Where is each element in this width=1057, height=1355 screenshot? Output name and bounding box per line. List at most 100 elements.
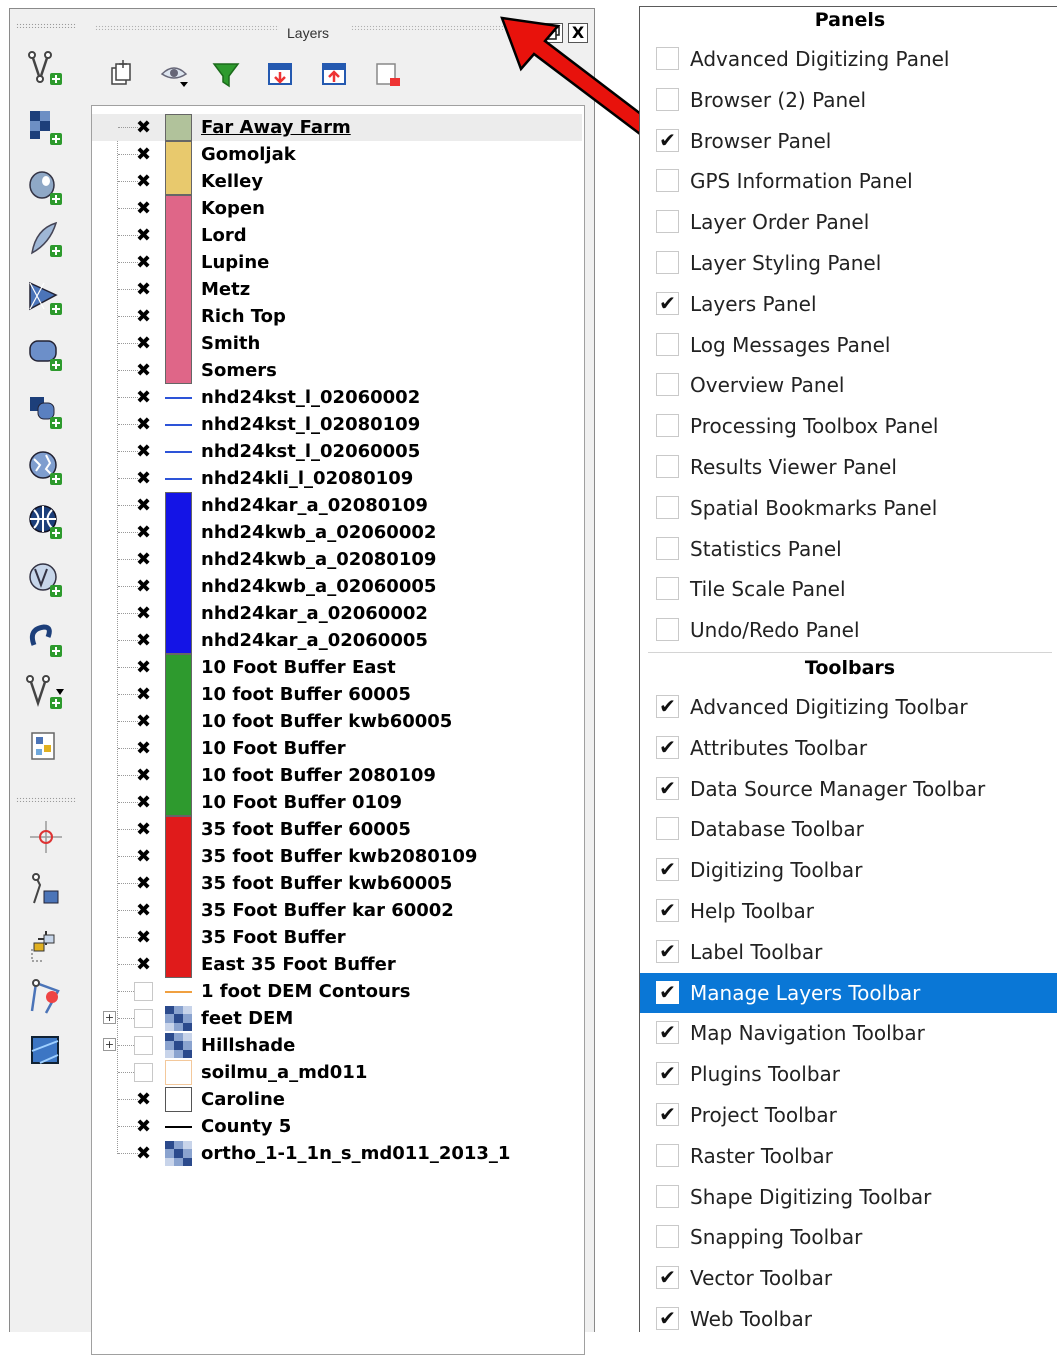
layer-visibility-checkbox[interactable]: ✖ (134, 630, 153, 651)
menu-item-vector-toolbar[interactable]: ✔ Vector Toolbar (640, 1258, 1057, 1298)
menu-checkbox[interactable] (656, 373, 679, 397)
menu-item-digitizing-toolbar[interactable]: ✔ Digitizing Toolbar (640, 850, 1057, 890)
add-wfs-layer-button[interactable] (18, 557, 74, 601)
layer-row[interactable]: ✖ Metz (92, 276, 582, 303)
menu-checkbox[interactable] (656, 817, 679, 841)
expand-toggle-icon[interactable]: + (103, 1038, 116, 1051)
layer-row[interactable]: 1 foot DEM Contours (92, 978, 582, 1005)
checkmark-icon[interactable]: ✔ (656, 695, 679, 718)
layer-row[interactable]: ✖ nhd24kst_l_02060002 (92, 384, 582, 411)
menu-checkbox[interactable] (656, 332, 679, 356)
menu-item-layer-styling-panel[interactable]: Layer Styling Panel (640, 243, 1057, 283)
checkmark-icon[interactable]: ✔ (656, 899, 679, 922)
layer-row[interactable]: ✖ Lupine (92, 249, 582, 276)
layer-row[interactable]: ✖ Kelley (92, 168, 582, 195)
layer-row[interactable]: ✖ nhd24kli_l_02080109 (92, 465, 582, 492)
layer-row[interactable]: ✖ nhd24kwb_a_02080109 (92, 546, 582, 573)
layer-visibility-checkbox[interactable]: ✖ (134, 306, 153, 327)
menu-checkbox[interactable] (656, 87, 679, 111)
layer-visibility-checkbox[interactable]: ✖ (134, 1116, 153, 1137)
layer-visibility-checkbox[interactable]: ✖ (134, 954, 153, 975)
layer-visibility-checkbox[interactable]: ✖ (134, 279, 153, 300)
menu-item-data-source-manager-toolbar[interactable]: ✔ Data Source Manager Toolbar (640, 769, 1057, 809)
layer-visibility-checkbox[interactable]: ✖ (134, 171, 153, 192)
layer-row[interactable]: ✖ 35 Foot Buffer (92, 924, 582, 951)
layer-row[interactable]: ✖ 35 foot Buffer kwb60005 (92, 870, 582, 897)
menu-item-raster-toolbar[interactable]: Raster Toolbar (640, 1136, 1057, 1176)
layer-row[interactable]: ✖ nhd24kst_l_02060005 (92, 438, 582, 465)
layer-row[interactable]: ✖ East 35 Foot Buffer (92, 951, 582, 978)
checkmark-icon[interactable]: ✔ (656, 291, 679, 315)
menu-checkbox[interactable] (656, 1184, 679, 1208)
layer-row[interactable]: ✖ Rich Top (92, 303, 582, 330)
layer-row[interactable]: ✖ ortho_1-1_1n_s_md011_2013_1 (92, 1140, 582, 1167)
add-raster-layer-button[interactable] (18, 105, 74, 149)
layer-row[interactable]: soilmu_a_md011 (92, 1059, 582, 1086)
menu-item-results-viewer-panel[interactable]: Results Viewer Panel (640, 447, 1057, 487)
layer-visibility-checkbox[interactable]: ✖ (134, 225, 153, 246)
add-postgis-layer-button[interactable] (18, 165, 74, 209)
add-xyz-layer-button[interactable] (18, 499, 74, 543)
layer-visibility-checkbox[interactable] (134, 982, 153, 1001)
menu-item-browser-panel[interactable]: ✔ Browser Panel (640, 121, 1057, 161)
menu-checkbox[interactable] (656, 455, 679, 478)
menu-checkbox[interactable] (656, 577, 679, 601)
new-vector-layer-button[interactable] (18, 45, 74, 89)
layer-visibility-checkbox[interactable]: ✖ (134, 684, 153, 705)
layer-tree[interactable]: ✖ Far Away Farm ✖ Gomoljak ✖ Kelley ✖ Kopen ✖ Lor… (91, 105, 585, 1355)
menu-item-tile-scale-panel[interactable]: Tile Scale Panel (640, 569, 1057, 609)
layer-row[interactable]: ✖ nhd24kar_a_02080109 (92, 492, 582, 519)
layer-visibility-checkbox[interactable]: ✖ (134, 252, 153, 273)
menu-item-manage-layers-toolbar[interactable]: ✔ Manage Layers Toolbar (640, 972, 1057, 1013)
layer-visibility-checkbox[interactable]: ✖ (134, 117, 153, 138)
checkmark-icon[interactable]: ✔ (656, 1021, 679, 1045)
layer-row[interactable]: ✖ 35 foot Buffer kwb2080109 (92, 843, 582, 870)
checkmark-icon[interactable]: ✔ (656, 1103, 679, 1126)
menu-checkbox[interactable] (656, 414, 679, 438)
filter-legend-button[interactable] (209, 57, 243, 91)
layer-visibility-checkbox[interactable]: ✖ (134, 522, 153, 543)
layer-visibility-checkbox[interactable]: ✖ (134, 873, 153, 894)
menu-checkbox[interactable] (656, 169, 679, 193)
checkmark-icon[interactable]: ✔ (656, 128, 679, 152)
layer-visibility-checkbox[interactable]: ✖ (134, 144, 153, 165)
layer-row[interactable]: + Hillshade (92, 1032, 582, 1059)
layer-visibility-checkbox[interactable] (134, 1063, 153, 1082)
add-group-button[interactable] (103, 57, 137, 91)
layer-row[interactable]: ✖ 35 Foot Buffer kar 60002 (92, 897, 582, 924)
toolbar-grip[interactable] (16, 797, 76, 802)
layer-visibility-checkbox[interactable]: ✖ (134, 360, 153, 381)
menu-item-shape-digitizing-toolbar[interactable]: Shape Digitizing Toolbar (640, 1177, 1057, 1217)
layer-visibility-checkbox[interactable]: ✖ (134, 603, 153, 624)
layer-row[interactable]: ✖ 10 foot Buffer 2080109 (92, 762, 582, 789)
layer-visibility-checkbox[interactable]: ✖ (134, 1089, 153, 1110)
layer-row[interactable]: ✖ 10 foot Buffer 60005 (92, 681, 582, 708)
menu-item-web-toolbar[interactable]: ✔ Web Toolbar (640, 1299, 1057, 1339)
expand-all-button[interactable] (263, 57, 297, 91)
menu-item-attributes-toolbar[interactable]: ✔ Attributes Toolbar (640, 728, 1057, 768)
layer-row[interactable]: ✖ Gomoljak (92, 141, 582, 168)
layer-row[interactable]: + feet DEM (92, 1005, 582, 1032)
menu-checkbox[interactable] (656, 47, 679, 70)
menu-checkbox[interactable] (656, 1225, 679, 1249)
menu-checkbox[interactable] (656, 210, 679, 234)
menu-checkbox[interactable] (656, 1143, 679, 1167)
menu-item-help-toolbar[interactable]: ✔ Help Toolbar (640, 891, 1057, 931)
layer-row[interactable]: ✖ 10 Foot Buffer 0109 (92, 789, 582, 816)
menu-item-advanced-digitizing-panel[interactable]: Advanced Digitizing Panel (640, 39, 1057, 79)
toolbar-grip[interactable] (16, 23, 76, 28)
add-virtual-layer-button[interactable] (18, 331, 74, 375)
layer-visibility-checkbox[interactable]: ✖ (134, 657, 153, 678)
layer-row[interactable]: ✖ Caroline (92, 1086, 582, 1113)
checkmark-icon[interactable]: ✔ (656, 735, 679, 759)
add-delimited-text-button[interactable] (18, 617, 74, 661)
split-features-button[interactable] (18, 1029, 74, 1073)
layer-row[interactable]: ✖ nhd24kar_a_02060005 (92, 627, 582, 654)
layer-row[interactable]: ✖ nhd24kwb_a_02060002 (92, 519, 582, 546)
menu-item-plugins-toolbar[interactable]: ✔ Plugins Toolbar (640, 1054, 1057, 1094)
layer-visibility-checkbox[interactable]: ✖ (134, 468, 153, 489)
layer-visibility-checkbox[interactable]: ✖ (134, 441, 153, 462)
menu-item-browser-2-panel[interactable]: Browser (2) Panel (640, 80, 1057, 120)
menu-item-undo-redo-panel[interactable]: Undo/Redo Panel (640, 610, 1057, 650)
move-feature-button[interactable] (18, 925, 74, 969)
